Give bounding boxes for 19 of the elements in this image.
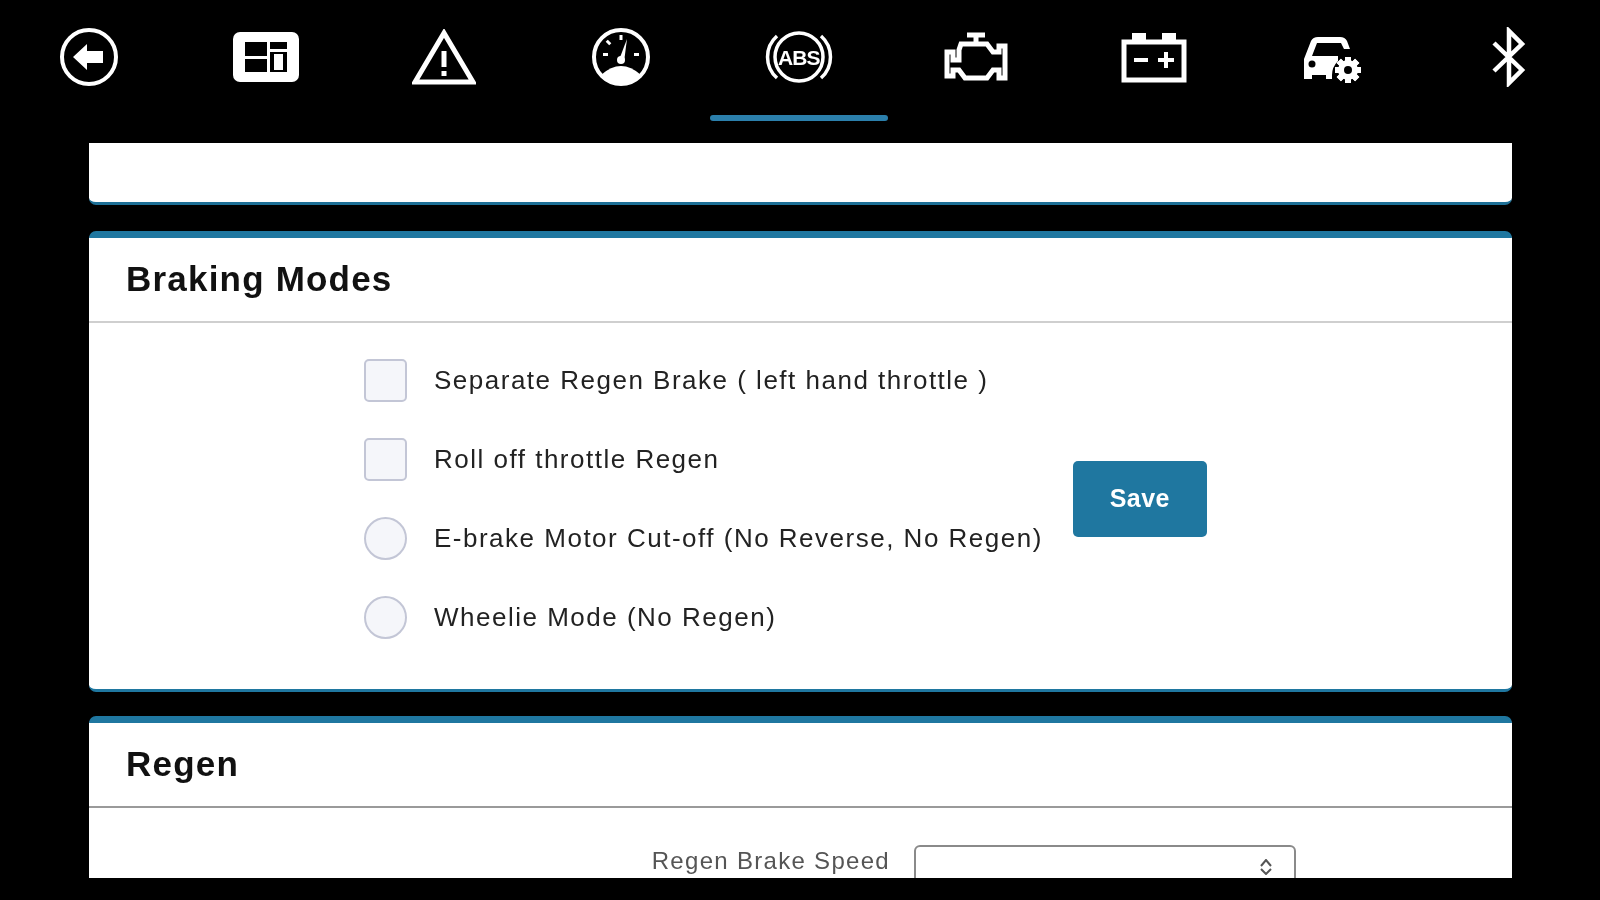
option-label: Wheelie Mode (No Regen) xyxy=(434,600,777,634)
warning-icon xyxy=(411,29,476,85)
spinner-icon xyxy=(1260,859,1272,875)
field-label: Regen Brake Speed xyxy=(650,847,890,875)
option-label: E-brake Motor Cut-off (No Reverse, No Regen) xyxy=(434,521,1043,555)
section-title: Braking Modes xyxy=(126,258,393,301)
save-button[interactable]: Save xyxy=(1072,460,1207,537)
speedometer-icon xyxy=(591,27,652,87)
checkbox[interactable] xyxy=(364,437,407,481)
abs-tab[interactable]: ABS xyxy=(710,0,888,140)
engine-icon xyxy=(943,32,1010,82)
dashboard-icon xyxy=(233,32,300,82)
radio-button[interactable] xyxy=(364,516,407,560)
radio-button[interactable] xyxy=(364,595,407,639)
battery-icon xyxy=(1120,31,1187,83)
section-title: Regen xyxy=(126,743,239,786)
option-label: Roll off throttle Regen xyxy=(434,442,720,476)
option-label: Separate Regen Brake ( left hand throttle ) xyxy=(434,363,989,397)
checkbox[interactable] xyxy=(364,358,407,402)
